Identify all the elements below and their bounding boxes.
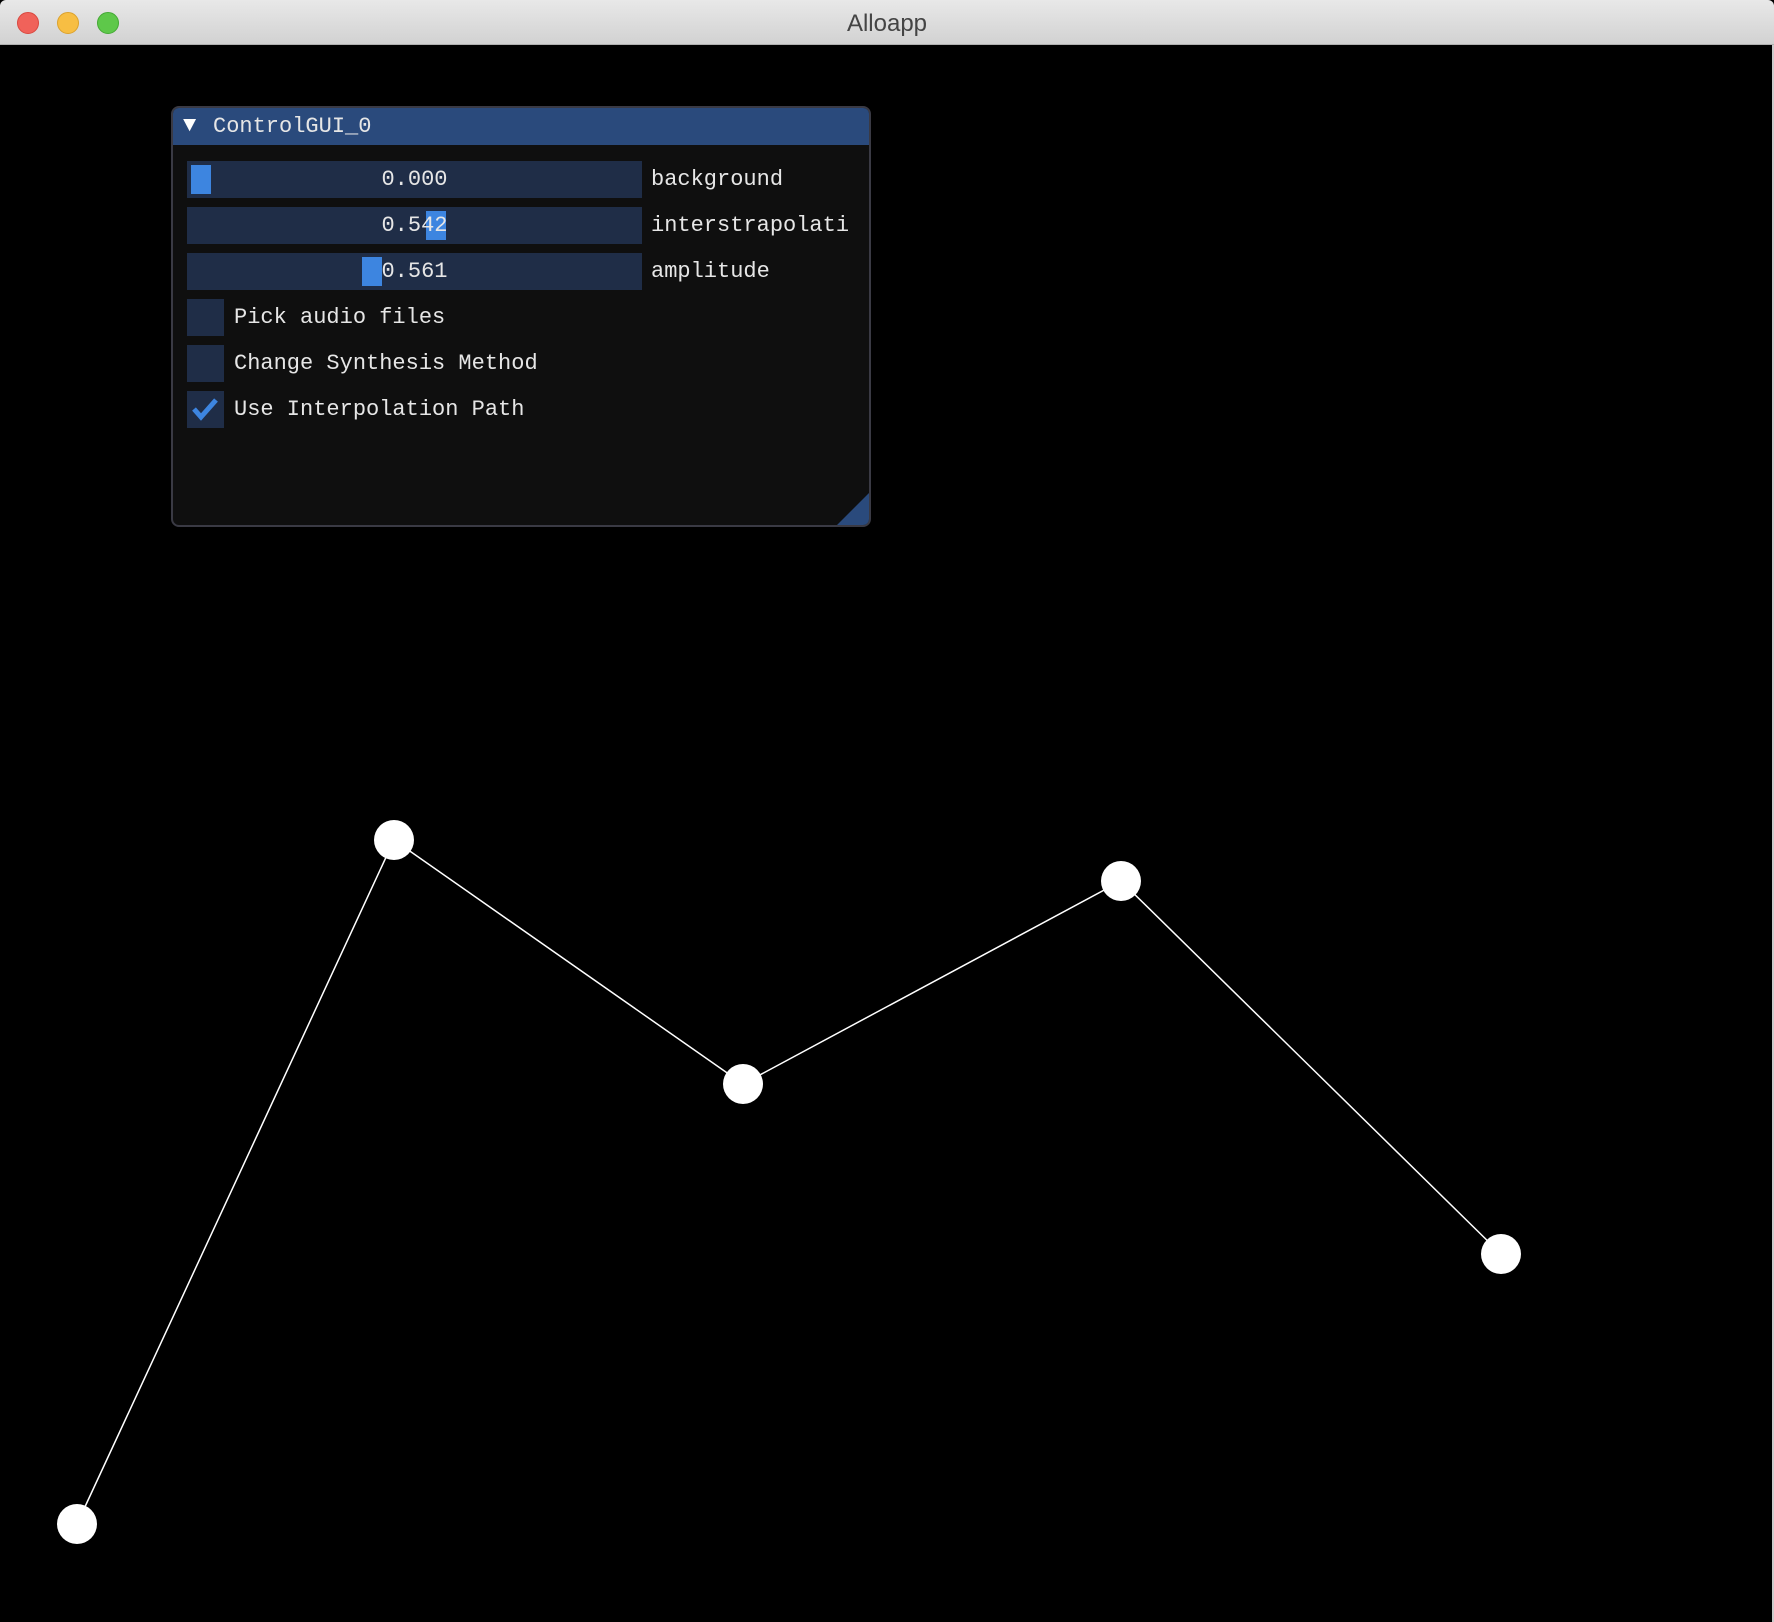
interstrapolation-slider[interactable]: 0.542 — [187, 207, 642, 244]
background-slider[interactable]: 0.000 — [187, 161, 642, 198]
checkbox-label: Change Synthesis Method — [234, 351, 538, 376]
slider-label: background — [651, 167, 784, 192]
control-gui-panel: ▼ ControlGUI_0 0.000 background 0.542 in… — [171, 106, 871, 527]
slider-value: 0.561 — [381, 259, 448, 284]
path-point[interactable] — [1101, 861, 1141, 901]
checkbox-label: Pick audio files — [234, 305, 446, 330]
checkmark-icon — [192, 398, 218, 421]
slider-label: amplitude — [651, 259, 770, 284]
change-synthesis-method-checkbox[interactable] — [187, 345, 224, 382]
collapse-triangle-icon[interactable]: ▼ — [183, 113, 196, 138]
resize-grip[interactable] — [837, 493, 869, 525]
panel-title: ControlGUI_0 — [213, 114, 372, 139]
panel-header[interactable]: ▼ ControlGUI_0 — [173, 108, 869, 145]
path-point[interactable] — [723, 1064, 763, 1104]
amplitude-slider[interactable]: 0.561 — [187, 253, 642, 290]
slider-label: interstrapolati — [651, 213, 850, 238]
path-point[interactable] — [374, 820, 414, 860]
checkbox-label: Use Interpolation Path — [234, 397, 525, 422]
path-point[interactable] — [57, 1504, 97, 1544]
pick-audio-files-checkbox[interactable] — [187, 299, 224, 336]
path-line — [76, 838, 1502, 1525]
path-point[interactable] — [1481, 1234, 1521, 1274]
slider-value: 0.542 — [381, 213, 448, 238]
slider-value: 0.000 — [381, 167, 448, 192]
use-interpolation-path-checkbox[interactable] — [187, 391, 224, 428]
